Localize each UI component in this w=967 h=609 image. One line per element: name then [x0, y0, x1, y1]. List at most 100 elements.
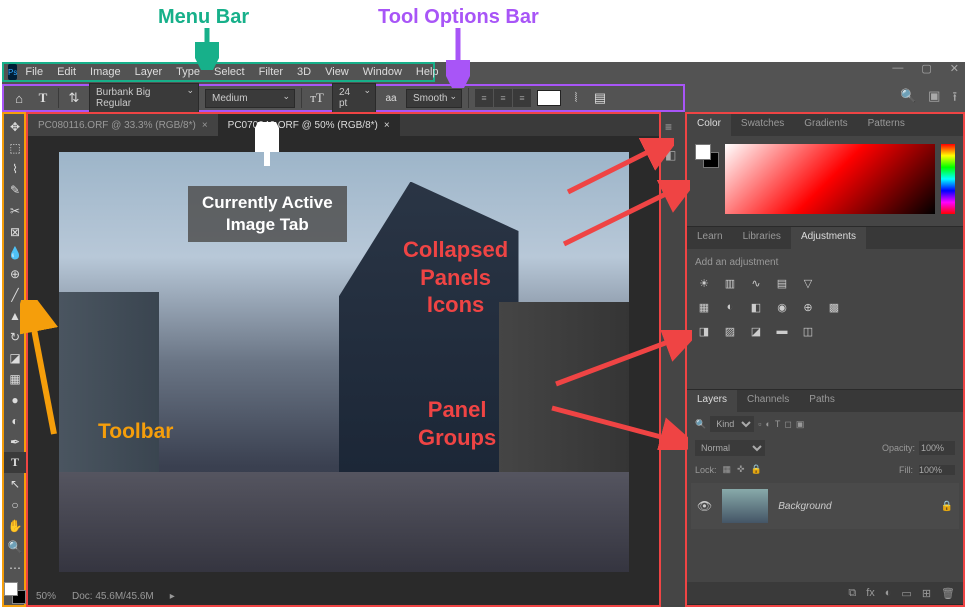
exposure-icon[interactable]: ▤: [773, 274, 791, 292]
filter-shape-icon[interactable]: ◻: [784, 419, 791, 430]
tab-swatches[interactable]: Swatches: [731, 114, 794, 136]
document-tab[interactable]: PC080116.ORF @ 33.3% (RGB/8*)×: [28, 114, 218, 136]
lock-pixels-icon[interactable]: 🔒: [751, 464, 762, 475]
maximize-button[interactable]: ▢: [921, 62, 931, 75]
antialiasing-dropdown[interactable]: Smooth: [406, 89, 462, 108]
color-balance-icon[interactable]: ◐: [721, 298, 739, 316]
selective-color-icon[interactable]: ◫: [799, 322, 817, 340]
gradient-map-icon[interactable]: ▬: [773, 322, 791, 340]
shape-tool-icon[interactable]: ○: [4, 494, 26, 515]
new-layer-icon[interactable]: ⊞: [922, 587, 931, 600]
tab-adjustments[interactable]: Adjustments: [791, 227, 866, 249]
menu-layer[interactable]: Layer: [129, 64, 169, 80]
marquee-tool-icon[interactable]: ⬚: [4, 137, 26, 158]
hue-icon[interactable]: ▦: [695, 298, 713, 316]
filter-type-icon[interactable]: T: [775, 419, 781, 429]
color-lookup-icon[interactable]: ▩: [825, 298, 843, 316]
brightness-icon[interactable]: ☀: [695, 274, 713, 292]
frame-tool-icon[interactable]: ⊠: [4, 221, 26, 242]
new-group-icon[interactable]: ▭: [901, 587, 911, 600]
layer-item-background[interactable]: 👁 Background 🔒: [691, 483, 959, 529]
quick-select-tool-icon[interactable]: ✎: [4, 179, 26, 200]
align-left-button[interactable]: ≡: [475, 89, 493, 107]
filter-image-icon[interactable]: ▫: [758, 419, 761, 429]
lock-all-icon[interactable]: ▦: [723, 464, 732, 475]
minimize-button[interactable]: —: [892, 62, 903, 75]
status-chevron-icon[interactable]: ▸: [170, 591, 175, 602]
move-tool-icon[interactable]: ✥: [4, 116, 26, 137]
close-tab-icon[interactable]: ×: [384, 120, 390, 131]
close-tab-icon[interactable]: ×: [202, 120, 208, 131]
link-layers-icon[interactable]: ⧉: [848, 587, 856, 600]
zoom-level[interactable]: 50%: [36, 591, 56, 602]
menu-file[interactable]: File: [19, 64, 49, 80]
warp-text-icon[interactable]: ⦚: [567, 89, 585, 107]
eyedropper-tool-icon[interactable]: 💧: [4, 242, 26, 263]
layer-fx-icon[interactable]: fx: [866, 587, 875, 599]
delete-layer-icon[interactable]: 🗑: [941, 587, 955, 600]
workspace-icon[interactable]: ▣: [928, 88, 940, 110]
zoom-tool-icon[interactable]: 🔍: [4, 536, 26, 557]
menu-view[interactable]: View: [319, 64, 355, 80]
menu-help[interactable]: Help: [410, 64, 445, 80]
healing-tool-icon[interactable]: ⊕: [4, 263, 26, 284]
search-icon[interactable]: 🔍: [900, 88, 916, 110]
visibility-icon[interactable]: 👁: [697, 499, 712, 513]
opacity-input[interactable]: [919, 441, 955, 455]
font-weight-dropdown[interactable]: Medium: [205, 89, 295, 108]
type-tool-icon[interactable]: T: [4, 452, 26, 473]
edit-toolbar-icon[interactable]: ⋯: [4, 557, 26, 578]
foreground-background-colors[interactable]: [4, 582, 26, 604]
menu-3d[interactable]: 3D: [291, 64, 317, 80]
tab-color[interactable]: Color: [687, 114, 731, 136]
threshold-icon[interactable]: ◪: [747, 322, 765, 340]
tab-gradients[interactable]: Gradients: [794, 114, 857, 136]
lock-position-icon[interactable]: ✜: [737, 464, 745, 475]
orientation-icon[interactable]: ⇅: [65, 89, 83, 107]
share-icon[interactable]: ⭱: [952, 88, 957, 110]
character-panel-icon[interactable]: ▤: [591, 89, 609, 107]
lasso-tool-icon[interactable]: ⌇: [4, 158, 26, 179]
lock-icon[interactable]: 🔒: [941, 501, 953, 512]
color-field[interactable]: [725, 144, 935, 214]
tab-paths[interactable]: Paths: [799, 390, 845, 412]
text-color-swatch[interactable]: [537, 90, 561, 106]
filter-adjust-icon[interactable]: ◐: [765, 419, 770, 429]
menu-window[interactable]: Window: [357, 64, 408, 80]
bw-icon[interactable]: ◧: [747, 298, 765, 316]
tab-libraries[interactable]: Libraries: [733, 227, 791, 249]
crop-tool-icon[interactable]: ✂: [4, 200, 26, 221]
curves-icon[interactable]: ∿: [747, 274, 765, 292]
home-icon[interactable]: ⌂: [10, 89, 28, 107]
document-tab-active[interactable]: PC070046.ORF @ 50% (RGB/8*)×: [218, 114, 400, 136]
hand-tool-icon[interactable]: ✋: [4, 515, 26, 536]
font-family-dropdown[interactable]: Burbank Big Regular: [89, 83, 199, 113]
tab-layers[interactable]: Layers: [687, 390, 737, 412]
filter-smart-icon[interactable]: ▣: [796, 419, 805, 430]
font-size-dropdown[interactable]: 24 pt: [332, 83, 376, 113]
photo-filter-icon[interactable]: ◉: [773, 298, 791, 316]
layer-mask-icon[interactable]: ◐: [885, 587, 892, 599]
close-button[interactable]: ✕: [950, 62, 959, 75]
tab-patterns[interactable]: Patterns: [858, 114, 915, 136]
fill-input[interactable]: [919, 465, 955, 475]
levels-icon[interactable]: ▥: [721, 274, 739, 292]
hue-strip[interactable]: [941, 144, 955, 214]
align-center-button[interactable]: ≡: [494, 89, 512, 107]
color-fgbg[interactable]: [695, 144, 719, 168]
menu-image[interactable]: Image: [84, 64, 127, 80]
menu-filter[interactable]: Filter: [253, 64, 289, 80]
menu-edit[interactable]: Edit: [51, 64, 82, 80]
channel-mixer-icon[interactable]: ⊕: [799, 298, 817, 316]
align-right-button[interactable]: ≡: [513, 89, 531, 107]
tab-channels[interactable]: Channels: [737, 390, 799, 412]
posterize-icon[interactable]: ▨: [721, 322, 739, 340]
vibrance-icon[interactable]: ▽: [799, 274, 817, 292]
tab-learn[interactable]: Learn: [687, 227, 733, 249]
blend-mode-dropdown[interactable]: Normal: [695, 440, 765, 456]
path-select-icon[interactable]: ↖: [4, 473, 26, 494]
layer-thumbnail[interactable]: [722, 489, 768, 523]
layer-kind-dropdown[interactable]: Kind: [710, 416, 754, 432]
history-panel-icon[interactable]: ≡: [665, 120, 681, 136]
invert-icon[interactable]: ◨: [695, 322, 713, 340]
